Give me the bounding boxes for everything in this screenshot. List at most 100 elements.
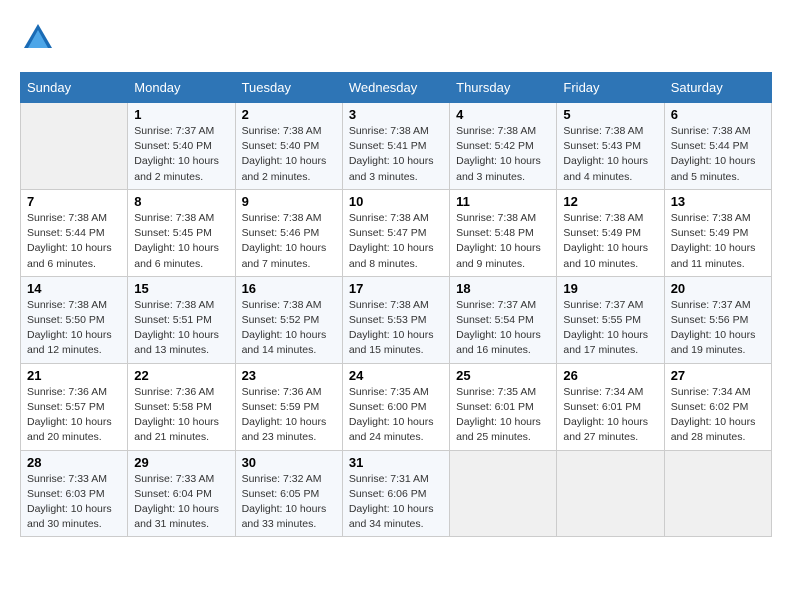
cell-content: Sunrise: 7:38 AMSunset: 5:49 PMDaylight:… xyxy=(671,211,765,272)
calendar-cell: 21 Sunrise: 7:36 AMSunset: 5:57 PMDayligh… xyxy=(21,363,128,450)
cell-content: Sunrise: 7:38 AMSunset: 5:50 PMDaylight:… xyxy=(27,298,121,359)
cell-content: Sunrise: 7:38 AMSunset: 5:53 PMDaylight:… xyxy=(349,298,443,359)
calendar-week-row: 1 Sunrise: 7:37 AMSunset: 5:40 PMDaylight… xyxy=(21,103,772,190)
calendar-cell: 14 Sunrise: 7:38 AMSunset: 5:50 PMDayligh… xyxy=(21,276,128,363)
calendar-cell: 18 Sunrise: 7:37 AMSunset: 5:54 PMDayligh… xyxy=(450,276,557,363)
cell-content: Sunrise: 7:38 AMSunset: 5:44 PMDaylight:… xyxy=(27,211,121,272)
calendar-cell: 3 Sunrise: 7:38 AMSunset: 5:41 PMDaylight… xyxy=(342,103,449,190)
calendar-cell: 11 Sunrise: 7:38 AMSunset: 5:48 PMDayligh… xyxy=(450,189,557,276)
calendar-table: SundayMondayTuesdayWednesdayThursdayFrid… xyxy=(20,72,772,537)
cell-content: Sunrise: 7:38 AMSunset: 5:48 PMDaylight:… xyxy=(456,211,550,272)
calendar-cell: 8 Sunrise: 7:38 AMSunset: 5:45 PMDaylight… xyxy=(128,189,235,276)
calendar-cell: 23Sunrise: 7:36 AMSunset: 5:59 PMDayligh… xyxy=(235,363,342,450)
day-number: 8 xyxy=(134,194,228,209)
calendar-cell: 17 Sunrise: 7:38 AMSunset: 5:53 PMDayligh… xyxy=(342,276,449,363)
calendar-week-row: 28 Sunrise: 7:33 AMSunset: 6:03 PMDayligh… xyxy=(21,450,772,537)
calendar-cell: 10 Sunrise: 7:38 AMSunset: 5:47 PMDayligh… xyxy=(342,189,449,276)
day-number: 31 xyxy=(349,455,443,470)
day-number: 12 xyxy=(563,194,657,209)
cell-content: Sunrise: 7:38 AMSunset: 5:49 PMDaylight:… xyxy=(563,211,657,272)
cell-content: Sunrise: 7:32 AMSunset: 6:05 PMDaylight:… xyxy=(242,472,336,533)
logo xyxy=(20,20,60,56)
day-number: 30 xyxy=(242,455,336,470)
calendar-cell: 26 Sunrise: 7:34 AMSunset: 6:01 PMDayligh… xyxy=(557,363,664,450)
cell-content: Sunrise: 7:38 AMSunset: 5:41 PMDaylight:… xyxy=(349,124,443,185)
day-number: 25 xyxy=(456,368,550,383)
day-header: Monday xyxy=(128,73,235,103)
cell-content: Sunrise: 7:34 AMSunset: 6:02 PMDaylight:… xyxy=(671,385,765,446)
cell-content: Sunrise: 7:33 AMSunset: 6:03 PMDaylight:… xyxy=(27,472,121,533)
day-header: Saturday xyxy=(664,73,771,103)
cell-content: Sunrise: 7:31 AMSunset: 6:06 PMDaylight:… xyxy=(349,472,443,533)
day-number: 18 xyxy=(456,281,550,296)
cell-content: Sunrise: 7:38 AMSunset: 5:43 PMDaylight:… xyxy=(563,124,657,185)
cell-content: Sunrise: 7:38 AMSunset: 5:47 PMDaylight:… xyxy=(349,211,443,272)
cell-content: Sunrise: 7:35 AMSunset: 6:01 PMDaylight:… xyxy=(456,385,550,446)
cell-content: Sunrise: 7:38 AMSunset: 5:42 PMDaylight:… xyxy=(456,124,550,185)
day-number: 2 xyxy=(242,107,336,122)
cell-content: Sunrise: 7:37 AMSunset: 5:56 PMDaylight:… xyxy=(671,298,765,359)
calendar-cell: 1 Sunrise: 7:37 AMSunset: 5:40 PMDaylight… xyxy=(128,103,235,190)
day-number: 26 xyxy=(563,368,657,383)
day-number: 3 xyxy=(349,107,443,122)
day-number: 15 xyxy=(134,281,228,296)
day-number: 14 xyxy=(27,281,121,296)
calendar-cell: 29Sunrise: 7:33 AMSunset: 6:04 PMDayligh… xyxy=(128,450,235,537)
page-header xyxy=(20,20,772,56)
calendar-cell: 30 Sunrise: 7:32 AMSunset: 6:05 PMDayligh… xyxy=(235,450,342,537)
day-number: 24 xyxy=(349,368,443,383)
calendar-cell: 22 Sunrise: 7:36 AMSunset: 5:58 PMDayligh… xyxy=(128,363,235,450)
day-number: 29 xyxy=(134,455,228,470)
calendar-week-row: 21 Sunrise: 7:36 AMSunset: 5:57 PMDayligh… xyxy=(21,363,772,450)
day-number: 28 xyxy=(27,455,121,470)
calendar-cell: 5 Sunrise: 7:38 AMSunset: 5:43 PMDaylight… xyxy=(557,103,664,190)
day-number: 17 xyxy=(349,281,443,296)
day-header: Sunday xyxy=(21,73,128,103)
day-number: 16 xyxy=(242,281,336,296)
cell-content: Sunrise: 7:34 AMSunset: 6:01 PMDaylight:… xyxy=(563,385,657,446)
day-number: 20 xyxy=(671,281,765,296)
calendar-cell: 2 Sunrise: 7:38 AMSunset: 5:40 PMDaylight… xyxy=(235,103,342,190)
day-header: Friday xyxy=(557,73,664,103)
cell-content: Sunrise: 7:35 AMSunset: 6:00 PMDaylight:… xyxy=(349,385,443,446)
calendar-cell: 27Sunrise: 7:34 AMSunset: 6:02 PMDayligh… xyxy=(664,363,771,450)
cell-content: Sunrise: 7:37 AMSunset: 5:40 PMDaylight:… xyxy=(134,124,228,185)
day-header: Thursday xyxy=(450,73,557,103)
day-number: 13 xyxy=(671,194,765,209)
calendar-cell: 24 Sunrise: 7:35 AMSunset: 6:00 PMDayligh… xyxy=(342,363,449,450)
cell-content: Sunrise: 7:38 AMSunset: 5:40 PMDaylight:… xyxy=(242,124,336,185)
cell-content: Sunrise: 7:38 AMSunset: 5:52 PMDaylight:… xyxy=(242,298,336,359)
day-number: 5 xyxy=(563,107,657,122)
day-number: 21 xyxy=(27,368,121,383)
calendar-cell: 4 Sunrise: 7:38 AMSunset: 5:42 PMDaylight… xyxy=(450,103,557,190)
calendar-cell: 7Sunrise: 7:38 AMSunset: 5:44 PMDaylight… xyxy=(21,189,128,276)
calendar-cell: 16 Sunrise: 7:38 AMSunset: 5:52 PMDayligh… xyxy=(235,276,342,363)
cell-content: Sunrise: 7:38 AMSunset: 5:45 PMDaylight:… xyxy=(134,211,228,272)
day-number: 1 xyxy=(134,107,228,122)
cell-content: Sunrise: 7:38 AMSunset: 5:46 PMDaylight:… xyxy=(242,211,336,272)
cell-content: Sunrise: 7:36 AMSunset: 5:58 PMDaylight:… xyxy=(134,385,228,446)
day-number: 22 xyxy=(134,368,228,383)
calendar-cell: 31 Sunrise: 7:31 AMSunset: 6:06 PMDayligh… xyxy=(342,450,449,537)
calendar-week-row: 7Sunrise: 7:38 AMSunset: 5:44 PMDaylight… xyxy=(21,189,772,276)
day-number: 6 xyxy=(671,107,765,122)
calendar-cell: 28 Sunrise: 7:33 AMSunset: 6:03 PMDayligh… xyxy=(21,450,128,537)
calendar-cell: 20 Sunrise: 7:37 AMSunset: 5:56 PMDayligh… xyxy=(664,276,771,363)
cell-content: Sunrise: 7:38 AMSunset: 5:51 PMDaylight:… xyxy=(134,298,228,359)
cell-content: Sunrise: 7:36 AMSunset: 5:57 PMDaylight:… xyxy=(27,385,121,446)
day-number: 10 xyxy=(349,194,443,209)
calendar-cell: 6 Sunrise: 7:38 AMSunset: 5:44 PMDaylight… xyxy=(664,103,771,190)
day-header: Wednesday xyxy=(342,73,449,103)
calendar-cell: 13 Sunrise: 7:38 AMSunset: 5:49 PMDayligh… xyxy=(664,189,771,276)
day-header: Tuesday xyxy=(235,73,342,103)
day-number: 9 xyxy=(242,194,336,209)
calendar-cell: 19Sunrise: 7:37 AMSunset: 5:55 PMDayligh… xyxy=(557,276,664,363)
logo-icon xyxy=(20,20,56,56)
calendar-cell: 15 Sunrise: 7:38 AMSunset: 5:51 PMDayligh… xyxy=(128,276,235,363)
cell-content: Sunrise: 7:37 AMSunset: 5:54 PMDaylight:… xyxy=(456,298,550,359)
calendar-cell xyxy=(557,450,664,537)
days-header-row: SundayMondayTuesdayWednesdayThursdayFrid… xyxy=(21,73,772,103)
cell-content: Sunrise: 7:38 AMSunset: 5:44 PMDaylight:… xyxy=(671,124,765,185)
day-number: 11 xyxy=(456,194,550,209)
day-number: 4 xyxy=(456,107,550,122)
